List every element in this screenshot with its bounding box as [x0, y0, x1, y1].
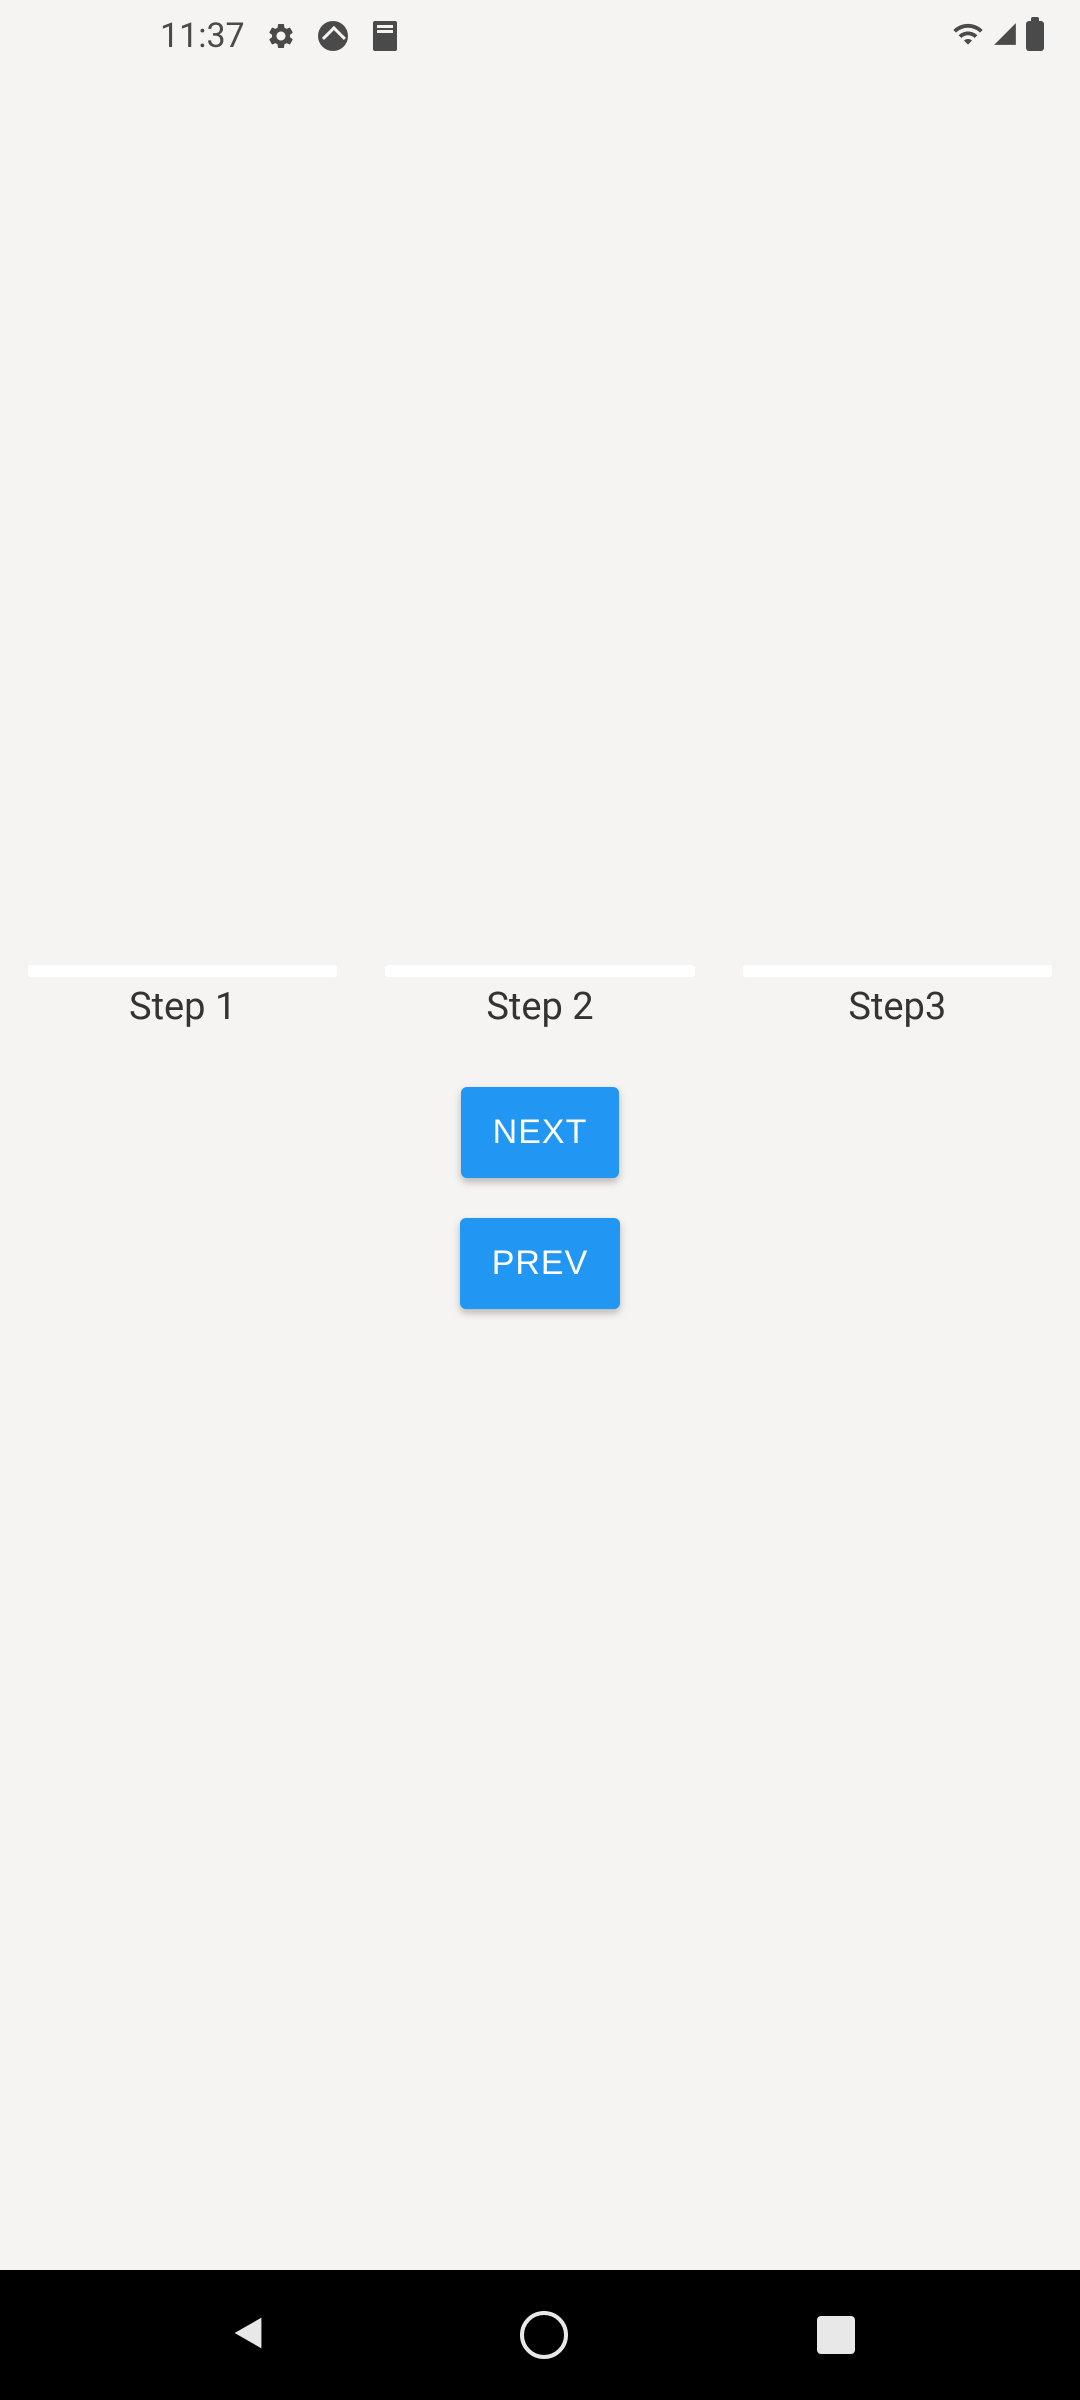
gear-icon — [265, 20, 297, 52]
step-progress-bar — [743, 965, 1052, 977]
back-icon[interactable] — [225, 2310, 271, 2360]
step-progress-bar — [385, 965, 694, 977]
step-progress-bar — [28, 965, 337, 977]
up-circle-icon — [317, 20, 349, 52]
prev-button[interactable]: PREV — [460, 1218, 621, 1309]
recent-apps-icon[interactable] — [817, 2316, 855, 2354]
battery-icon — [1026, 21, 1044, 51]
home-icon[interactable] — [520, 2311, 568, 2359]
navigation-bar — [0, 2270, 1080, 2400]
status-bar: 11:37 — [0, 0, 1080, 72]
step-label: Step 1 — [129, 985, 236, 1029]
stepper: Step 1 Step 2 Step3 — [28, 965, 1052, 1029]
next-button[interactable]: NEXT — [461, 1087, 620, 1178]
wifi-icon — [952, 18, 984, 54]
step-2: Step 2 — [385, 965, 694, 1029]
status-bar-left: 11:37 — [160, 16, 401, 56]
status-time: 11:37 — [160, 16, 245, 56]
button-group: NEXT PREV — [28, 1087, 1052, 1309]
document-icon — [369, 20, 401, 52]
step-label: Step3 — [848, 985, 946, 1029]
main-content: Step 1 Step 2 Step3 NEXT PREV — [0, 965, 1080, 1309]
cellular-icon — [992, 21, 1018, 51]
step-1: Step 1 — [28, 965, 337, 1029]
step-3: Step3 — [743, 965, 1052, 1029]
step-label: Step 2 — [486, 985, 593, 1029]
status-bar-right — [952, 18, 1044, 54]
